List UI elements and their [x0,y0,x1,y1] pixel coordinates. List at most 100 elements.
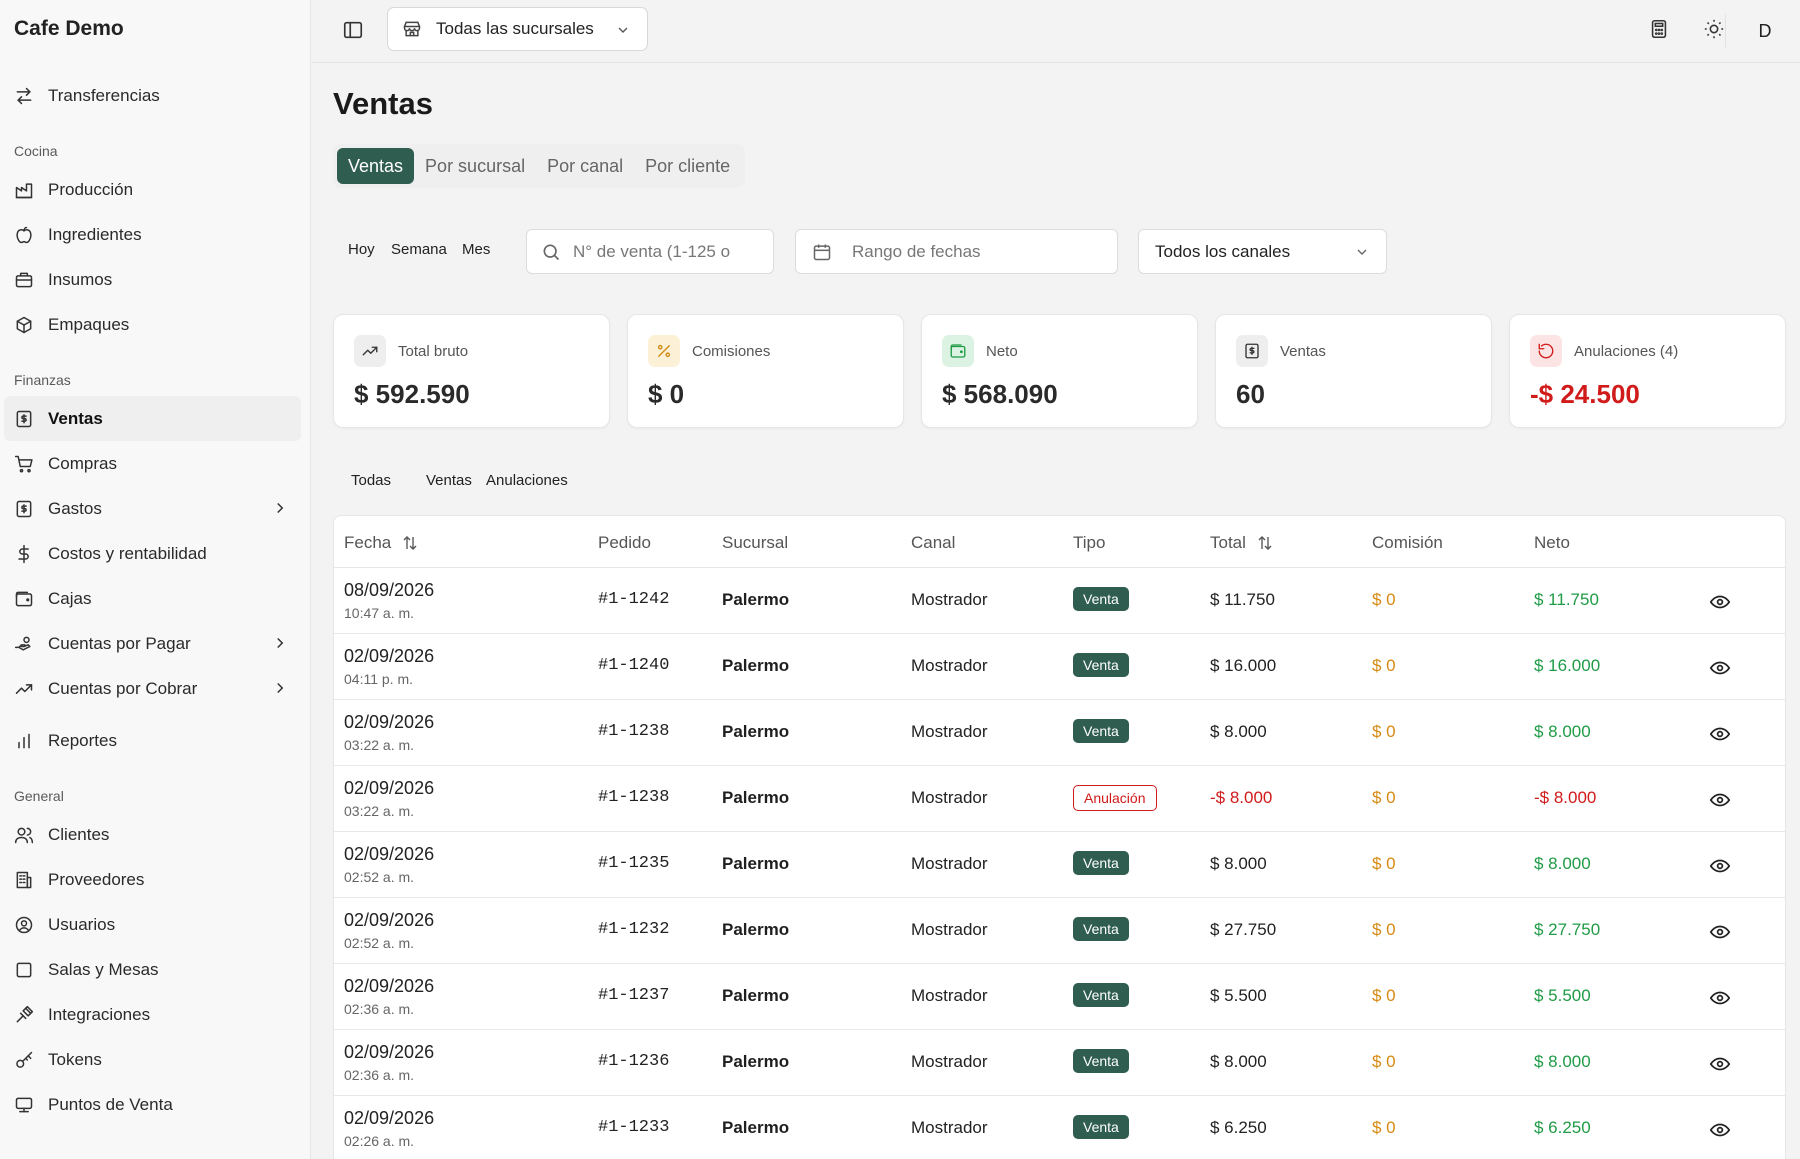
tab-ventas[interactable]: Ventas [337,148,415,184]
table-row: 02/09/2026 02:36 a. m. #1-1237 Palermo Mostr… [334,964,1785,1030]
view-icon[interactable] [1709,921,1731,943]
sidebar-item-cuentas-por-cobrar[interactable]: Cuentas por Cobrar [4,666,301,711]
row-order: #1-1233 [598,1118,670,1137]
receipt-icon [14,409,34,429]
sidebar-toggle-icon[interactable] [342,19,364,41]
channel-select[interactable]: Todos los canales [1138,229,1387,274]
table-row: 02/09/2026 02:36 a. m. #1-1236 Palermo Mostr… [334,1030,1785,1096]
header-pedido: Pedido [598,533,651,552]
quick-filter-mes[interactable]: Mes [462,241,490,258]
tab-por-canal[interactable]: Por canal [536,148,634,184]
row-type-badge: Venta [1073,587,1129,611]
view-icon[interactable] [1709,855,1731,877]
header-total[interactable]: Total [1210,533,1274,553]
view-icon[interactable] [1709,591,1731,613]
filter-tab-todas[interactable]: Todas [351,472,391,489]
row-time: 10:47 a. m. [344,605,415,621]
row-time: 04:11 p. m. [344,671,414,687]
chevron-right-icon [271,634,289,652]
receipt-icon [1236,335,1268,367]
box-icon [14,270,34,290]
table-row: 02/09/2026 02:52 a. m. #1-1235 Palermo Mostr… [334,832,1785,898]
sidebar-item-ingredientes[interactable]: Ingredientes [4,212,301,257]
view-icon[interactable] [1709,657,1731,679]
branch-select-label: Todas las sucursales [436,19,594,38]
view-icon[interactable] [1709,1053,1731,1075]
header-comision: Comisión [1372,533,1443,552]
sidebar-item-clientes[interactable]: Clientes [4,812,301,857]
row-channel: Mostrador [911,722,988,741]
view-icon[interactable] [1709,723,1731,745]
sidebar-item-label: Costos y rentabilidad [48,543,207,563]
sidebar-item-cajas[interactable]: Cajas [4,576,301,621]
sidebar-item-label: Compras [48,453,117,473]
tab-por-sucursal[interactable]: Por sucursal [414,148,536,184]
table-row: 02/09/2026 02:26 a. m. #1-1233 Palermo Mostr… [334,1096,1785,1159]
header-fecha[interactable]: Fecha [344,533,419,553]
row-branch: Palermo [722,986,790,1005]
stat-card-ventas: Ventas 60 [1215,314,1492,428]
quick-filter-semana[interactable]: Semana [391,241,447,258]
users-icon [14,825,34,845]
view-tabs: Ventas Por sucursal Por canal Por client… [333,144,746,188]
row-branch: Palermo [722,854,790,873]
tab-por-cliente[interactable]: Por cliente [634,148,741,184]
filter-tab-ventas[interactable]: Ventas [426,472,472,489]
sidebar-item-label: Usuarios [48,914,116,934]
sidebar-item-label: Ingredientes [48,224,142,244]
row-time: 02:36 a. m. [344,1067,415,1083]
sidebar-item-salas-y-mesas[interactable]: Salas y Mesas [4,947,301,992]
sidebar-item-integraciones[interactable]: Integraciones [4,992,301,1037]
date-range-picker[interactable]: Rango de fechas [795,229,1118,274]
table-header: Fecha Pedido Sucursal Canal Tipo Total C… [334,516,1785,568]
avatar[interactable]: D [1748,14,1782,48]
row-date: 08/09/2026 [344,580,435,600]
header-sucursal: Sucursal [722,533,789,552]
row-commission: $ 0 [1372,788,1396,807]
stat-value: -$ 24.500 [1530,379,1640,409]
sidebar-item-ventas[interactable]: Ventas [4,396,301,441]
sidebar-item-label: Salas y Mesas [48,959,159,979]
sidebar-item-gastos[interactable]: Gastos [4,486,301,531]
building-icon [14,870,34,890]
sort-icon[interactable] [401,534,419,552]
sidebar-item-transferencias[interactable]: Transferencias [4,73,301,118]
trend-up-icon [14,679,34,699]
quick-filter-hoy[interactable]: Hoy [348,241,375,258]
sun-icon[interactable] [1703,18,1725,40]
row-order: #1-1240 [598,656,670,675]
sidebar-item-label: Gastos [48,498,102,518]
row-channel: Mostrador [911,656,988,675]
filter-tab-anulaciones[interactable]: Anulaciones [486,472,568,489]
row-type-badge: Venta [1073,719,1129,743]
sidebar-item-compras[interactable]: Compras [4,441,301,486]
table-row: 02/09/2026 03:22 a. m. #1-1238 Palermo Mostr… [334,766,1785,832]
stat-label: Ventas [1280,343,1326,360]
row-branch: Palermo [722,722,790,741]
search-input[interactable] [573,241,763,262]
branch-select[interactable]: Todas las sucursales [387,7,648,51]
sort-icon[interactable] [1256,534,1274,552]
row-date: 02/09/2026 [344,646,435,666]
row-net: $ 5.500 [1534,986,1591,1005]
sidebar-item-usuarios[interactable]: Usuarios [4,902,301,947]
sidebar-item-reportes[interactable]: Reportes [4,718,301,763]
row-branch: Palermo [722,656,790,675]
search-icon [541,242,561,262]
pos-icon [14,1095,34,1115]
sidebar-item-puntos-de-venta[interactable]: Puntos de Venta [4,1082,301,1127]
sidebar-item-cuentas-por-pagar[interactable]: Cuentas por Pagar [4,621,301,666]
sidebar-item-empaques[interactable]: Empaques [4,302,301,347]
row-type-badge: Venta [1073,983,1129,1007]
sidebar-item-insumos[interactable]: Insumos [4,257,301,302]
view-icon[interactable] [1709,987,1731,1009]
row-type-badge: Venta [1073,1049,1129,1073]
sidebar-item-tokens[interactable]: Tokens [4,1037,301,1082]
view-icon[interactable] [1709,1119,1731,1141]
sidebar-item-produccion[interactable]: Producción [4,167,301,212]
sidebar-item-costos-y-rentabilidad[interactable]: Costos y rentabilidad [4,531,301,576]
row-net: -$ 8.000 [1534,788,1597,807]
sidebar-item-proveedores[interactable]: Proveedores [4,857,301,902]
view-icon[interactable] [1709,789,1731,811]
calculator-icon[interactable] [1648,18,1670,40]
